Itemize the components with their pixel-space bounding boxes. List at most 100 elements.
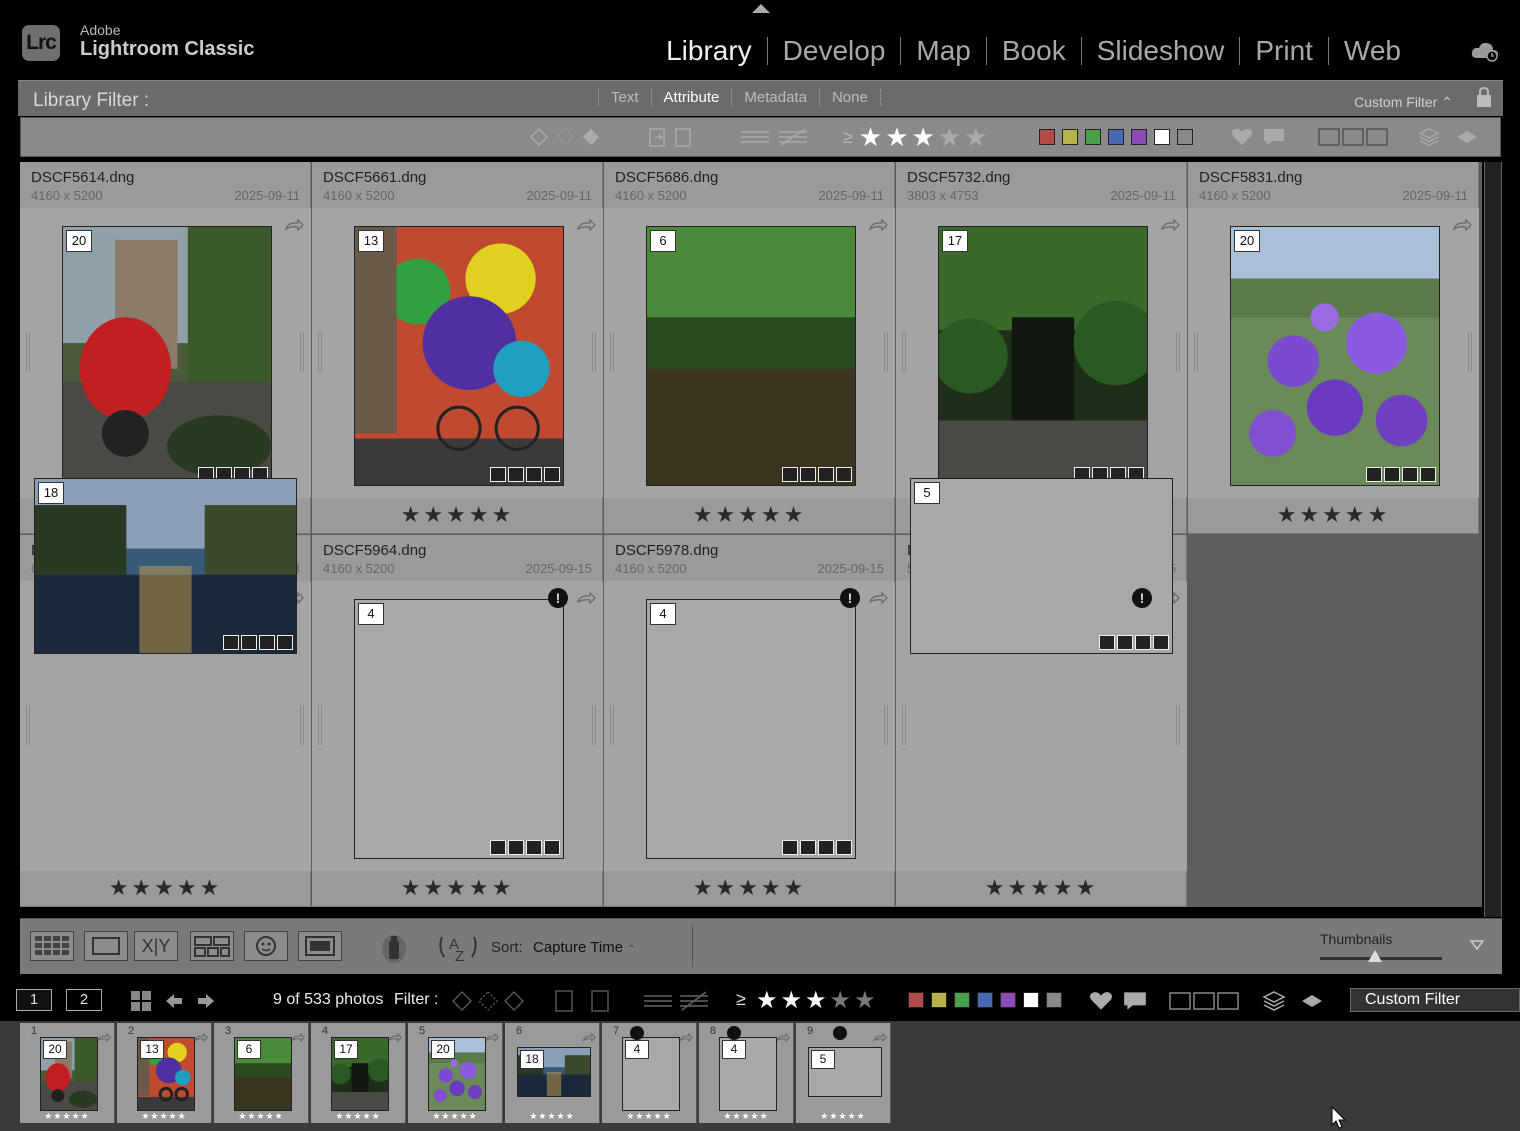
- filmstrip-item[interactable]: 4 17 ★★★★★: [311, 1023, 406, 1123]
- filmstrip-thumbnail[interactable]: 5: [808, 1047, 882, 1097]
- filmstrip-rating-star-3[interactable]: ★: [805, 987, 827, 1014]
- filter-preset-dropdown[interactable]: Custom Filter ⌃: [1354, 94, 1453, 111]
- filmstrip-thumbnail[interactable]: 20: [40, 1037, 98, 1111]
- star-rating[interactable]: ★★★★★: [604, 502, 895, 528]
- filmstrip-thumbnail[interactable]: 17: [331, 1037, 389, 1111]
- filter-rating-star-1[interactable]: ★: [859, 122, 882, 152]
- crop-icon[interactable]: [508, 467, 524, 482]
- filmstrip-missing-icon[interactable]: [630, 1026, 644, 1040]
- missing-file-icon[interactable]: !: [548, 588, 568, 608]
- flag-picked-icon[interactable]: [529, 127, 549, 147]
- photo-thumbnail[interactable]: 6: [646, 226, 856, 486]
- grid-cell[interactable]: DSCF5661.dng 4160 x 5200 2025-09-11 13 ★★★★★: [312, 162, 603, 534]
- filmstrip-color-label-2[interactable]: [931, 992, 947, 1008]
- filter-color-label-3[interactable]: [1085, 129, 1101, 145]
- module-slideshow[interactable]: Slideshow: [1082, 37, 1241, 65]
- keyword-icon[interactable]: [1099, 635, 1115, 650]
- crop-icon[interactable]: [508, 840, 524, 855]
- edited-icon[interactable]: [277, 635, 293, 650]
- filmstrip-thumbnail[interactable]: 6: [234, 1037, 292, 1111]
- filmstrip-rotate-icon[interactable]: [388, 1029, 403, 1043]
- crop-icon[interactable]: [800, 467, 816, 482]
- secondary-display-button[interactable]: [298, 931, 342, 961]
- filmstrip-color-label-6[interactable]: [1023, 992, 1039, 1008]
- filmstrip-rotate-icon[interactable]: [291, 1029, 306, 1043]
- filter-rating-star-2[interactable]: ★: [885, 122, 908, 152]
- filmstrip-item[interactable]: 1 20 ★★★★★: [20, 1023, 115, 1123]
- edited-filter-icon[interactable]: [647, 127, 667, 147]
- edited-icon[interactable]: [836, 467, 852, 482]
- rating-operator[interactable]: ≥: [843, 127, 853, 148]
- missing-file-icon[interactable]: !: [840, 588, 860, 608]
- edited-icon[interactable]: [836, 840, 852, 855]
- crop-icon[interactable]: [1384, 467, 1400, 482]
- module-book[interactable]: Book: [987, 37, 1082, 65]
- filter-tab-attribute[interactable]: Attribute: [650, 89, 732, 106]
- keyword-icon[interactable]: [1366, 467, 1382, 482]
- filmstrip-rotate-icon[interactable]: [873, 1029, 888, 1043]
- filmstrip-item[interactable]: 9 5 ★★★★★: [796, 1023, 891, 1123]
- missing-file-icon[interactable]: !: [1132, 588, 1152, 608]
- filmstrip-stack-icon[interactable]: [1262, 989, 1286, 1013]
- survey-view-button[interactable]: [190, 931, 234, 961]
- develop-icon[interactable]: [526, 840, 542, 855]
- grid-scrollbar[interactable]: [1484, 162, 1502, 917]
- presets-arrow-icon[interactable]: [1455, 127, 1479, 147]
- star-rating[interactable]: ★★★★★: [20, 875, 311, 901]
- filmstrip-thumbnail[interactable]: 4: [622, 1037, 680, 1111]
- filmstrip-rating-operator[interactable]: ≥: [736, 989, 746, 1010]
- filmstrip-filter-preset[interactable]: Custom Filter: [1350, 988, 1520, 1012]
- cloud-sync-icon[interactable]: [1470, 40, 1500, 62]
- grid-icon[interactable]: [130, 990, 152, 1012]
- filmstrip-rotate-icon[interactable]: [97, 1029, 112, 1043]
- filter-tab-none[interactable]: None: [818, 89, 881, 106]
- star-rating[interactable]: ★★★★★: [1188, 502, 1479, 528]
- secondary-window-button[interactable]: 2: [66, 989, 102, 1011]
- flag-unflagged-icon[interactable]: [555, 127, 575, 147]
- crop-icon[interactable]: [800, 840, 816, 855]
- photo-thumbnail[interactable]: 20: [62, 226, 272, 486]
- filter-color-label-4[interactable]: [1108, 129, 1124, 145]
- keyword-icon[interactable]: [490, 467, 506, 482]
- compare-view-button[interactable]: X|Y: [134, 931, 178, 961]
- filmstrip-rotate-icon[interactable]: [582, 1029, 597, 1043]
- edited-icon[interactable]: [544, 840, 560, 855]
- filter-color-label-7[interactable]: [1177, 129, 1193, 145]
- panel-toggle-arrow-top[interactable]: [752, 4, 770, 13]
- filmstrip-item[interactable]: 2 13 ★★★★★: [117, 1023, 212, 1123]
- filmstrip-item[interactable]: 8 4 ★★★★★: [699, 1023, 794, 1123]
- keyword-icon[interactable]: [490, 840, 506, 855]
- filmstrip-rotate-icon[interactable]: [679, 1029, 694, 1043]
- filmstrip-thumbnail[interactable]: 13: [137, 1037, 195, 1111]
- filmstrip-color-label-1[interactable]: [908, 992, 924, 1008]
- filmstrip-color-label-5[interactable]: [1000, 992, 1016, 1008]
- primary-window-button[interactable]: 1: [16, 989, 52, 1011]
- comment-icon[interactable]: [1261, 127, 1287, 147]
- heart-icon[interactable]: [1229, 127, 1255, 147]
- edited-icon[interactable]: [1153, 635, 1169, 650]
- adjustments-icon[interactable]: [739, 127, 771, 147]
- filmstrip-rating-star-2[interactable]: ★: [781, 987, 803, 1014]
- filmstrip-comment-icon[interactable]: [1122, 990, 1148, 1012]
- filmstrip-adjustment-icons[interactable]: [642, 989, 712, 1013]
- filmstrip-rating-star-1[interactable]: ★: [756, 987, 778, 1014]
- grid-cell[interactable]: DSCF5964.dng 4160 x 5200 2025-09-15 4! ★★★★★: [312, 535, 603, 907]
- develop-icon[interactable]: [1135, 635, 1151, 650]
- painter-spray-icon[interactable]: [380, 931, 408, 965]
- filmstrip-thumbnail[interactable]: 20: [428, 1037, 486, 1111]
- filter-color-label-1[interactable]: [1039, 129, 1055, 145]
- filmstrip-thumbnail[interactable]: 4: [719, 1037, 777, 1111]
- lock-icon[interactable]: [1475, 86, 1493, 108]
- crop-icon[interactable]: [1117, 635, 1133, 650]
- filter-rating-star-3[interactable]: ★: [912, 122, 935, 152]
- rating-stars[interactable]: ★ ★ ★ ★ ★: [859, 122, 991, 153]
- filter-rating-star-4[interactable]: ★: [938, 122, 961, 152]
- module-library[interactable]: Library: [651, 37, 768, 65]
- filmstrip-rotate-icon[interactable]: [485, 1029, 500, 1043]
- filmstrip-color-label-3[interactable]: [954, 992, 970, 1008]
- photo-thumbnail[interactable]: 17: [938, 226, 1148, 486]
- rotate-icon[interactable]: [1452, 218, 1472, 232]
- grid-cell[interactable]: DSCF5831.dng 4160 x 5200 2025-09-11 20 ★★★★★: [1188, 162, 1479, 534]
- keyword-icon[interactable]: [223, 635, 239, 650]
- rotate-icon[interactable]: [868, 218, 888, 232]
